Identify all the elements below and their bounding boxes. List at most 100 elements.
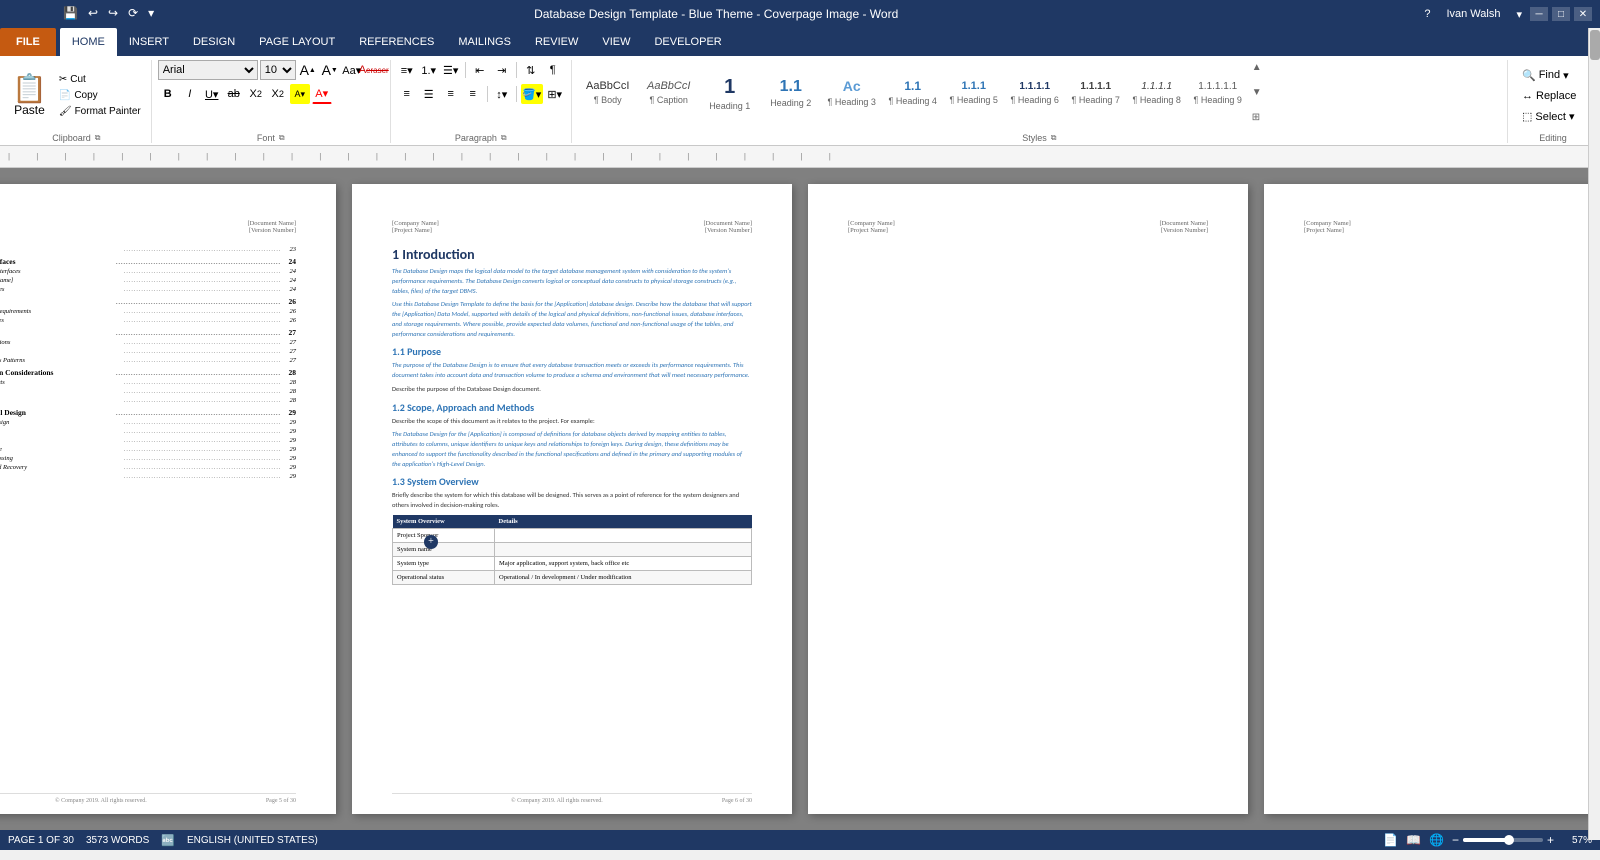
find-dropdown[interactable]: ▾ [1563, 69, 1569, 82]
font-family-select[interactable]: Arial [158, 60, 258, 80]
font-color-button[interactable]: A▾ [312, 84, 332, 104]
format-painter-button[interactable]: 🖌 Format Painter [55, 104, 145, 119]
underline-button[interactable]: U▾ [202, 84, 222, 104]
zoom-track[interactable] [1463, 838, 1543, 842]
save-button[interactable]: 💾 [60, 4, 81, 22]
style-caption-preview: AaBbCcI [647, 80, 690, 93]
replace-button[interactable]: ↔ Replace [1514, 87, 1584, 105]
styles-scroll-down-button[interactable]: ▼ [1250, 85, 1264, 100]
style-heading5[interactable]: 1.1.1 ¶ Heading 5 [944, 60, 1004, 125]
style-caption[interactable]: AaBbCcI ¶ Caption [639, 60, 699, 125]
styles-items-container: AaBbCcI ¶ Body AaBbCcI ¶ Caption 1 Headi… [578, 60, 1248, 125]
view-mode-web[interactable]: 🌐 [1429, 833, 1444, 847]
paste-button[interactable]: 📋 Paste [8, 73, 51, 119]
tab-developer[interactable]: DEVELOPER [642, 28, 733, 56]
align-left-button[interactable]: ≡ [397, 84, 417, 104]
user-dropdown[interactable]: ▾ [1516, 8, 1522, 21]
undo-button[interactable]: ↩ [85, 4, 101, 22]
quick-access-dropdown[interactable]: ▾ [145, 4, 157, 22]
subscript-button[interactable]: X2 [246, 84, 266, 104]
toc-page2[interactable]: [Company Name] [Project Name] [Document … [0, 184, 336, 814]
grow-font-button[interactable]: A▲ [298, 60, 318, 80]
styles-scroll-up-button[interactable]: ▲ [1250, 60, 1264, 75]
clipboard-expand-icon[interactable]: ⧉ [95, 133, 101, 143]
intro-page[interactable]: [Company Name] [Project Name] [Document … [352, 184, 792, 814]
restore-button[interactable]: □ [1552, 7, 1570, 21]
style-body[interactable]: AaBbCcI ¶ Body [578, 60, 638, 125]
tab-insert[interactable]: INSERT [117, 28, 181, 56]
tab-view[interactable]: VIEW [590, 28, 642, 56]
superscript-button[interactable]: X2 [268, 84, 288, 104]
style-heading2[interactable]: 1.1 Heading 2 [761, 60, 821, 125]
tab-mailings[interactable]: MAILINGS [446, 28, 523, 56]
tab-references[interactable]: REFERENCES [347, 28, 446, 56]
copy-button[interactable]: 📄 Copy [55, 88, 145, 103]
user-name[interactable]: Ivan Walsh [1446, 8, 1500, 20]
repeat-button[interactable]: ⟳ [125, 4, 141, 22]
bullets-button[interactable]: ≡▾ [397, 60, 417, 80]
italic-button[interactable]: I [180, 84, 200, 104]
find-button[interactable]: 🔍 Find ▾ [1514, 66, 1577, 85]
decrease-indent-button[interactable]: ⇤ [470, 60, 490, 80]
help-icon[interactable]: ? [1424, 8, 1430, 20]
view-mode-read[interactable]: 📖 [1406, 833, 1421, 847]
select-button[interactable]: ⬚ Select ▾ [1514, 107, 1583, 126]
cut-button[interactable]: ✂ Cut [55, 72, 145, 87]
style-heading9[interactable]: 1.1.1.1.1 ¶ Heading 9 [1188, 60, 1248, 125]
tab-page-layout[interactable]: PAGE LAYOUT [247, 28, 347, 56]
style-heading1[interactable]: 1 Heading 1 [700, 60, 760, 125]
tab-review[interactable]: REVIEW [523, 28, 590, 56]
style-heading7[interactable]: 1.1.1.1 ¶ Heading 7 [1066, 60, 1126, 125]
tab-home[interactable]: HOME [60, 28, 117, 56]
purpose-heading: 1.1 Purpose [392, 345, 752, 358]
close-button[interactable]: ✕ [1574, 7, 1592, 21]
justify-button[interactable]: ≡ [463, 84, 483, 104]
styles-expand-icon[interactable]: ⧉ [1051, 133, 1057, 143]
page-row2-1[interactable]: [Company Name] [Project Name] [Document … [808, 184, 1248, 814]
style-heading8[interactable]: 1.1.1.1 ¶ Heading 8 [1127, 60, 1187, 125]
redo-button[interactable]: ↪ [105, 4, 121, 22]
format-painter-label: Format Painter [75, 106, 141, 117]
shrink-font-button[interactable]: A▼ [320, 60, 340, 80]
table-container: + System Overview Details Project Sponso… [392, 515, 752, 585]
tab-design[interactable]: DESIGN [181, 28, 247, 56]
paragraph-expand-icon[interactable]: ⧉ [501, 133, 507, 143]
style-heading4[interactable]: 1.1 ¶ Heading 4 [883, 60, 943, 125]
strikethrough-button[interactable]: ab [224, 84, 244, 104]
increase-indent-button[interactable]: ⇥ [492, 60, 512, 80]
font-expand-icon[interactable]: ⧉ [279, 133, 285, 143]
scrollbar-track[interactable] [1588, 28, 1600, 840]
shading-button[interactable]: 🪣▾ [521, 84, 543, 104]
scrollbar-thumb[interactable] [1590, 30, 1600, 60]
style-heading1-preview: 1 [724, 75, 735, 99]
border-button[interactable]: ⊞▾ [545, 84, 565, 104]
multilevel-button[interactable]: ☰▾ [441, 60, 461, 80]
styles-more-button[interactable]: ⊞ [1250, 110, 1264, 125]
minimize-button[interactable]: ─ [1530, 7, 1548, 21]
clear-format-button[interactable]: Aeraser [364, 60, 384, 80]
zoom-in-button[interactable]: + [1547, 833, 1554, 847]
style-heading4-label: ¶ Heading 4 [889, 96, 937, 106]
style-heading6[interactable]: 1.1.1.1 ¶ Heading 6 [1005, 60, 1065, 125]
tab-file[interactable]: FILE [0, 28, 56, 56]
line-spacing-button[interactable]: ↕▾ [492, 84, 512, 104]
zoom-bar[interactable]: − + [1452, 833, 1554, 847]
view-mode-print[interactable]: 📄 [1383, 833, 1398, 847]
page-row2-2[interactable]: [Company Name] [Project Name] [Document … [1264, 184, 1600, 814]
align-right-button[interactable]: ≡ [441, 84, 461, 104]
sort-button[interactable]: ⇅ [521, 60, 541, 80]
zoom-thumb[interactable] [1504, 835, 1514, 845]
bold-button[interactable]: B [158, 84, 178, 104]
text-highlight-button[interactable]: A▾ [290, 84, 310, 104]
show-marks-button[interactable]: ¶ [543, 60, 563, 80]
toc2-footer-text: © Company 2019. All rights reserved. [55, 798, 147, 804]
font-size-select[interactable]: 10 [260, 60, 296, 80]
zoom-out-button[interactable]: − [1452, 833, 1459, 847]
numbering-button[interactable]: 1.▾ [419, 60, 439, 80]
add-row-button[interactable]: + [424, 535, 438, 549]
align-center-button[interactable]: ☰ [419, 84, 439, 104]
pages-container[interactable]: [Company Name] [Project Name] [Document … [0, 168, 1600, 830]
word-count: 3573 WORDS [86, 835, 149, 846]
style-heading3[interactable]: Ac ¶ Heading 3 [822, 60, 882, 125]
toc2-page-num: Page 5 of 30 [266, 798, 296, 804]
